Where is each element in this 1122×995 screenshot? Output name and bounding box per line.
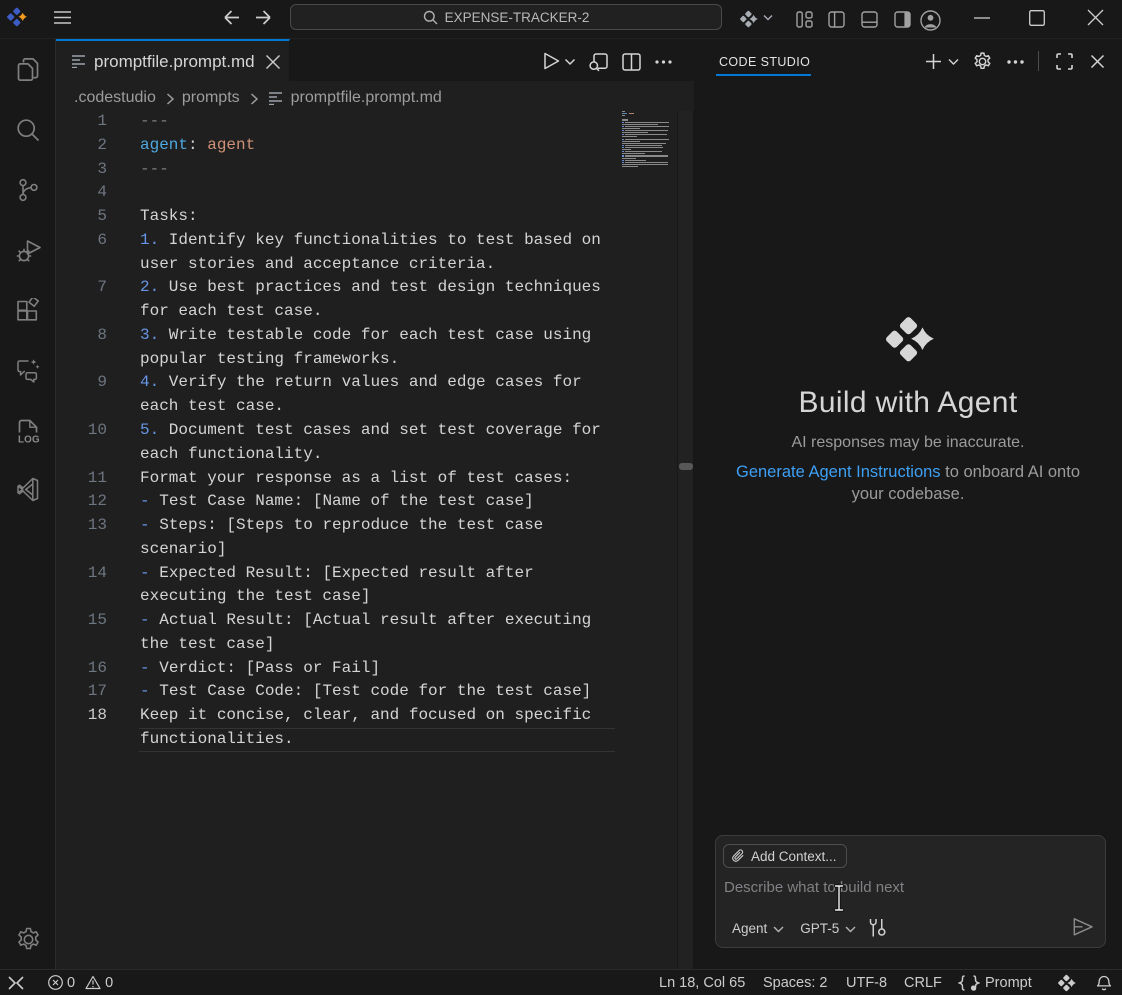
svg-text:LOG: LOG xyxy=(18,435,40,443)
